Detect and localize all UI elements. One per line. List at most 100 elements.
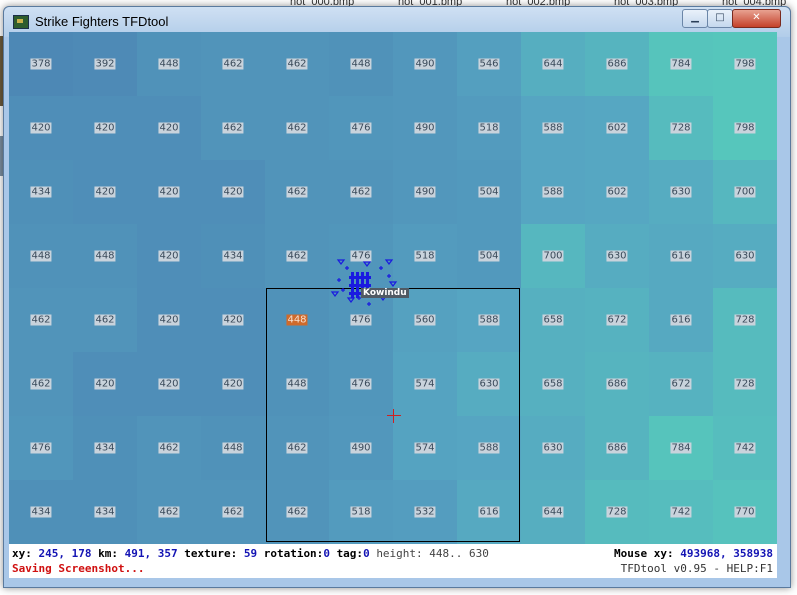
height-tag: 588 — [542, 122, 564, 134]
height-tag: 644 — [542, 506, 564, 518]
status-coordinates: xy: 245, 178 km: 491, 357 texture: 59 ro… — [12, 547, 489, 560]
height-tag: 770 — [734, 506, 756, 518]
height-tag: 630 — [542, 442, 564, 454]
height-tag: 504 — [478, 250, 500, 262]
close-icon: ✕ — [752, 12, 761, 23]
height-tag: 588 — [542, 186, 564, 198]
height-tag: 672 — [670, 378, 692, 390]
height-tag: 420 — [30, 122, 52, 134]
texture-label: texture: — [184, 547, 238, 560]
tag-value: 0 — [363, 547, 370, 560]
height-tag: 518 — [478, 122, 500, 134]
height-tag: 434 — [222, 250, 244, 262]
km-label: km: — [98, 547, 118, 560]
height-tag: 462 — [350, 186, 372, 198]
height-tag: 490 — [414, 186, 436, 198]
height-tag: 518 — [414, 250, 436, 262]
height-tag: 420 — [158, 314, 180, 326]
height-tag: 728 — [734, 378, 756, 390]
height-tag: 700 — [734, 186, 756, 198]
height-tag: 728 — [606, 506, 628, 518]
height-tag: 490 — [414, 58, 436, 70]
height-tag: 420 — [158, 186, 180, 198]
height-tag: 644 — [542, 58, 564, 70]
height-tag: 504 — [478, 186, 500, 198]
rotation-value: 0 — [323, 547, 330, 560]
height-tag: 448 — [222, 442, 244, 454]
crosshair-icon — [387, 409, 401, 423]
mouse-label: Mouse xy: — [614, 547, 674, 560]
height-tag: 616 — [670, 314, 692, 326]
height-value: 448.. 630 — [429, 547, 489, 560]
height-tag: 462 — [222, 506, 244, 518]
height-tag: 434 — [30, 186, 52, 198]
close-button[interactable]: ✕ — [732, 9, 781, 28]
maximize-icon: □ — [715, 12, 725, 23]
height-tag: 602 — [606, 186, 628, 198]
height-tag: 686 — [606, 58, 628, 70]
height-tag: 448 — [350, 58, 372, 70]
height-tag: 742 — [670, 506, 692, 518]
map-object-label[interactable]: Kowindu — [361, 288, 409, 298]
minimize-icon: ▁ — [691, 12, 699, 23]
height-tag: 462 — [158, 506, 180, 518]
terrain-map[interactable]: 378 392 448 462 462 448 490 546 644 686 784 798 420 4… — [9, 32, 777, 544]
height-tag: 434 — [30, 506, 52, 518]
height-tag: 462 — [286, 58, 308, 70]
height-label: height: — [376, 547, 423, 560]
height-tag: 462 — [286, 250, 308, 262]
height-tag: 742 — [734, 442, 756, 454]
rotation-label: rotation: — [263, 547, 324, 560]
height-tag: 420 — [222, 186, 244, 198]
height-tag: 658 — [542, 378, 564, 390]
height-tag: 434 — [94, 442, 116, 454]
height-tag: 784 — [670, 442, 692, 454]
height-tag: 686 — [606, 442, 628, 454]
height-tag: 476 — [350, 122, 372, 134]
height-tag: 490 — [414, 122, 436, 134]
height-tag: 686 — [606, 378, 628, 390]
xy-label: xy: — [12, 547, 32, 560]
height-tag: 420 — [158, 122, 180, 134]
minimize-button[interactable]: ▁ — [682, 9, 708, 28]
height-tag: 420 — [158, 250, 180, 262]
height-tag: 546 — [478, 58, 500, 70]
height-tag: 672 — [606, 314, 628, 326]
height-tag: 462 — [222, 58, 244, 70]
tag-label: tag: — [336, 547, 364, 560]
app-icon[interactable] — [13, 15, 29, 29]
version-help: TFDtool v0.95 - HELP:F1 — [620, 562, 773, 575]
maximize-button[interactable]: □ — [707, 9, 733, 28]
mouse-coordinates: Mouse xy: 493968, 358938 — [614, 547, 773, 560]
height-tag: 602 — [606, 122, 628, 134]
height-tag: 616 — [670, 250, 692, 262]
height-tag: 420 — [222, 378, 244, 390]
height-tag: 630 — [670, 186, 692, 198]
height-tag: 420 — [94, 122, 116, 134]
height-tag: 420 — [222, 314, 244, 326]
height-tag: 420 — [94, 186, 116, 198]
window-title: Strike Fighters TFDtool — [35, 14, 169, 29]
status-message: Saving Screenshot... — [12, 562, 145, 575]
height-tag: 462 — [30, 314, 52, 326]
height-tag: 462 — [94, 314, 116, 326]
height-tag: 476 — [30, 442, 52, 454]
height-tag: 378 — [30, 58, 52, 70]
height-tag: 728 — [670, 122, 692, 134]
height-tag: 462 — [222, 122, 244, 134]
status-bar: xy: 245, 178 km: 491, 357 texture: 59 ro… — [9, 544, 777, 578]
height-tag: 784 — [670, 58, 692, 70]
height-tag: 448 — [158, 58, 180, 70]
mouse-value: 493968, 358938 — [680, 547, 773, 560]
height-tag: 434 — [94, 506, 116, 518]
height-tag: 462 — [286, 122, 308, 134]
height-tag: 798 — [734, 58, 756, 70]
height-tag: 448 — [94, 250, 116, 262]
status-message-row: Saving Screenshot... — [12, 562, 144, 575]
height-tag: 728 — [734, 314, 756, 326]
height-tag: 630 — [734, 250, 756, 262]
xy-value: 245, 178 — [38, 547, 92, 560]
height-tag: 798 — [734, 122, 756, 134]
texture-value: 59 — [243, 547, 258, 560]
height-tag: 420 — [94, 378, 116, 390]
